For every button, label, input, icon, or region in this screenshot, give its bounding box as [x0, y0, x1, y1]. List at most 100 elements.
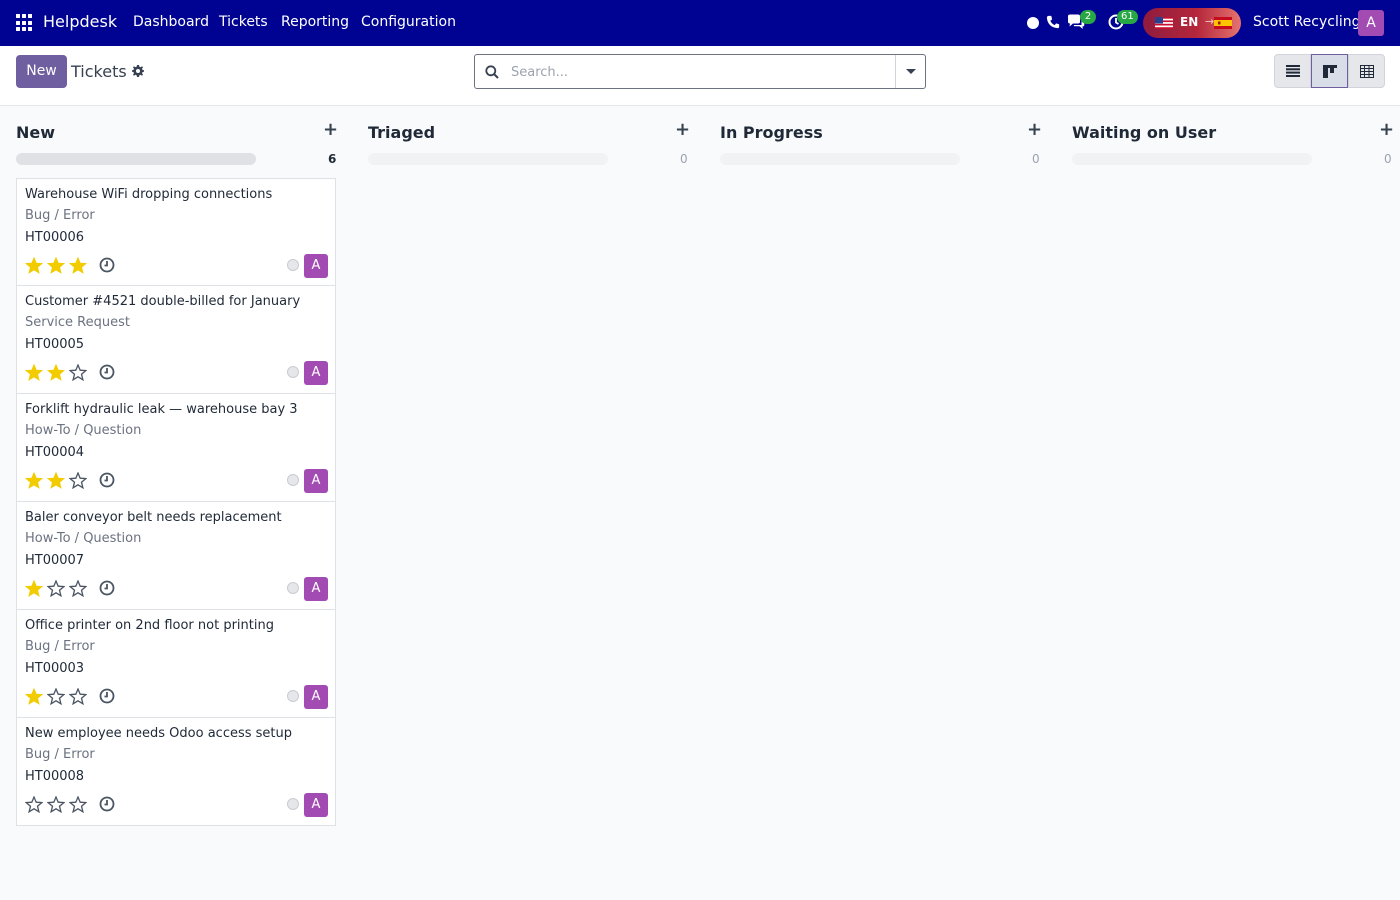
- ticket-card[interactable]: Baler conveyor belt needs replacement Ho…: [16, 502, 336, 610]
- ticket-ref: HT00003: [25, 661, 85, 676]
- ticket-card[interactable]: Warehouse WiFi dropping connections Bug …: [16, 178, 336, 286]
- ticket-card[interactable]: Forklift hydraulic leak — warehouse bay …: [16, 394, 336, 502]
- assignee-avatar[interactable]: A: [304, 361, 328, 385]
- progress-bar-waiting-on-user[interactable]: [1072, 153, 1312, 165]
- search-bar[interactable]: [474, 54, 926, 89]
- star-icon[interactable]: [47, 472, 65, 489]
- column-title-triaged: Triaged: [368, 123, 436, 142]
- ticket-title: Customer #4521 double-billed for January: [25, 294, 301, 309]
- add-ticket-new-button[interactable]: +: [323, 119, 338, 140]
- clock-icon[interactable]: [99, 472, 115, 488]
- priority-stars: [25, 580, 87, 597]
- star-icon[interactable]: [25, 472, 43, 489]
- ticket-ref: HT00004: [25, 445, 85, 460]
- assignee-avatar[interactable]: A: [304, 469, 328, 493]
- pivot-view-icon: [1360, 65, 1374, 78]
- kanban-state-dot[interactable]: [287, 474, 299, 486]
- star-icon[interactable]: [69, 796, 87, 813]
- star-icon[interactable]: [47, 257, 65, 274]
- gear-icon[interactable]: [132, 65, 144, 77]
- ticket-title: Office printer on 2nd floor not printing: [25, 618, 274, 633]
- star-icon[interactable]: [25, 580, 43, 597]
- star-icon[interactable]: [69, 580, 87, 597]
- status-dot-icon[interactable]: [1027, 17, 1039, 29]
- ticket-title: Forklift hydraulic leak — warehouse bay …: [25, 402, 298, 417]
- column-count-triaged: 0: [680, 152, 688, 166]
- ticket-card[interactable]: Customer #4521 double-billed for January…: [16, 286, 336, 394]
- menu-reporting[interactable]: Reporting: [281, 14, 349, 30]
- star-icon[interactable]: [69, 257, 87, 274]
- kanban-state-dot[interactable]: [287, 690, 299, 702]
- ticket-card[interactable]: New employee needs Odoo access setup Bug…: [16, 718, 336, 826]
- add-ticket-triaged-button[interactable]: +: [675, 119, 690, 140]
- control-panel: New Tickets: [0, 46, 1400, 106]
- list-view-button[interactable]: [1274, 54, 1311, 88]
- language-switcher[interactable]: EN →: [1143, 8, 1241, 38]
- assignee-avatar[interactable]: A: [304, 685, 328, 709]
- star-icon[interactable]: [47, 796, 65, 813]
- chat-badge: 2: [1080, 10, 1096, 24]
- ticket-ref: HT00007: [25, 553, 85, 568]
- column-count-waiting-on-user: 0: [1384, 152, 1392, 166]
- pivot-view-button[interactable]: [1348, 54, 1385, 88]
- ticket-type: Bug / Error: [25, 208, 95, 223]
- star-icon[interactable]: [69, 688, 87, 705]
- star-icon[interactable]: [47, 688, 65, 705]
- kanban-state-dot[interactable]: [287, 366, 299, 378]
- list-view-icon: [1286, 65, 1300, 77]
- kanban-column-new: Warehouse WiFi dropping connections Bug …: [16, 178, 336, 826]
- assignee-avatar[interactable]: A: [304, 577, 328, 601]
- star-icon[interactable]: [47, 580, 65, 597]
- new-button[interactable]: New: [16, 55, 67, 88]
- ticket-type: How-To / Question: [25, 423, 142, 438]
- kanban-state-dot[interactable]: [287, 259, 299, 271]
- assignee-avatar[interactable]: A: [304, 254, 328, 278]
- ticket-card[interactable]: Office printer on 2nd floor not printing…: [16, 610, 336, 718]
- ticket-ref: HT00008: [25, 769, 85, 784]
- ticket-title: Warehouse WiFi dropping connections: [25, 187, 273, 202]
- search-input[interactable]: [511, 60, 891, 84]
- add-ticket-in-progress-button[interactable]: +: [1027, 119, 1042, 140]
- menu-configuration[interactable]: Configuration: [361, 14, 456, 30]
- ticket-ref: HT00006: [25, 230, 85, 245]
- kanban-view-button[interactable]: [1311, 54, 1348, 88]
- progress-bar-triaged[interactable]: [368, 153, 608, 165]
- menu-dashboard[interactable]: Dashboard: [133, 14, 209, 30]
- star-icon[interactable]: [47, 364, 65, 381]
- menu-tickets[interactable]: Tickets: [219, 14, 268, 30]
- kanban-state-dot[interactable]: [287, 798, 299, 810]
- star-icon[interactable]: [25, 257, 43, 274]
- column-title-new: New: [16, 123, 56, 142]
- star-icon[interactable]: [25, 364, 43, 381]
- clock-icon[interactable]: [99, 688, 115, 704]
- language-arrow: →: [1205, 15, 1215, 28]
- phone-icon[interactable]: [1046, 14, 1060, 30]
- progress-bar-in-progress[interactable]: [720, 153, 960, 165]
- column-count-new: 6: [328, 152, 337, 166]
- company-name[interactable]: Scott Recycling: [1253, 14, 1361, 30]
- clock-icon[interactable]: [99, 257, 115, 273]
- clock-icon[interactable]: [99, 580, 115, 596]
- star-icon[interactable]: [69, 472, 87, 489]
- clock-icon[interactable]: [99, 796, 115, 812]
- caret-down-icon: [906, 69, 916, 74]
- ticket-type: Bug / Error: [25, 639, 95, 654]
- add-ticket-waiting-button[interactable]: +: [1379, 119, 1394, 140]
- apps-grid-icon[interactable]: [16, 14, 34, 32]
- star-icon[interactable]: [25, 796, 43, 813]
- star-icon[interactable]: [25, 688, 43, 705]
- priority-stars: [25, 796, 87, 813]
- clock-icon[interactable]: [99, 364, 115, 380]
- search-options-toggle[interactable]: [895, 55, 925, 88]
- ticket-type: Bug / Error: [25, 747, 95, 762]
- priority-stars: [25, 472, 87, 489]
- search-icon: [485, 65, 499, 79]
- progress-bar-new[interactable]: [16, 153, 256, 165]
- star-icon[interactable]: [69, 364, 87, 381]
- view-switcher: [1274, 54, 1385, 88]
- user-avatar[interactable]: A: [1358, 10, 1384, 36]
- assignee-avatar[interactable]: A: [304, 793, 328, 817]
- breadcrumb: Tickets: [71, 62, 127, 81]
- kanban-state-dot[interactable]: [287, 582, 299, 594]
- app-name[interactable]: Helpdesk: [43, 12, 117, 31]
